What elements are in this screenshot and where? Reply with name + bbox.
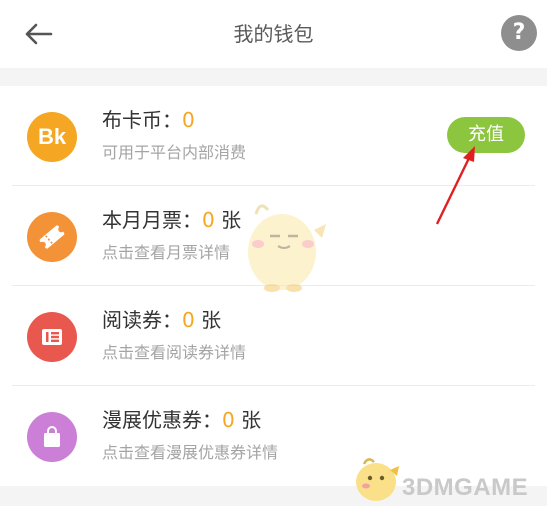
wallet-item-reading-coupons[interactable]: 阅读券：0 张 点击查看阅读券详情 <box>0 286 547 386</box>
watermark-logo-icon <box>356 458 399 501</box>
annotation-arrow-icon <box>435 146 475 225</box>
coin-bk-icon: Bk <box>27 112 77 162</box>
wallet-item-description: 点击查看漫展优惠券详情 <box>102 443 279 462</box>
watermark-text: 3DMGAME <box>402 474 529 501</box>
reading-coupon-icon <box>27 312 77 362</box>
top-bar: 我的钱包 ? <box>0 0 547 68</box>
wallet-item-description: 可用于平台内部消费 <box>102 143 247 162</box>
wallet-item-description: 点击查看阅读券详情 <box>102 343 247 362</box>
help-button[interactable]: ? <box>501 15 537 51</box>
ticket-icon <box>27 212 77 262</box>
wallet-item-expo-coupons[interactable]: 漫展优惠券：0 张 点击查看漫展优惠券详情 <box>0 386 547 486</box>
bag-icon <box>27 412 77 462</box>
page-title: 我的钱包 <box>233 22 314 46</box>
wallet-item-title: 阅读券：0 张 <box>102 308 222 332</box>
wallet-item-title: 本月月票：0 张 <box>102 208 242 232</box>
help-question-icon: ? <box>512 20 526 45</box>
wallet-item-title: 布卡币：0 <box>102 108 195 132</box>
mascot-watermark-icon <box>248 204 326 292</box>
wallet-item-title: 漫展优惠券：0 张 <box>102 408 262 432</box>
wallet-item-description: 点击查看月票详情 <box>102 243 231 262</box>
